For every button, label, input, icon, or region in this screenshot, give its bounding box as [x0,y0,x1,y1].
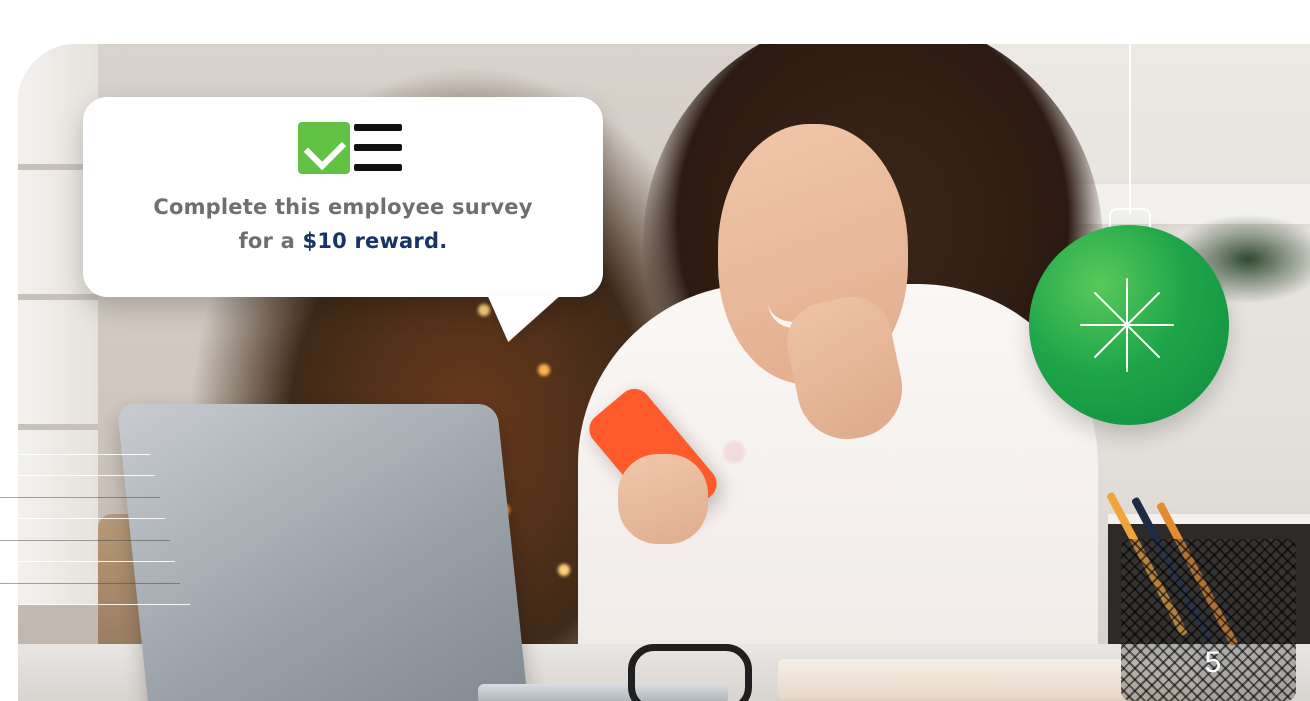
survey-slide: Complete this employee survey for a $10 … [0,0,1310,701]
decorative-line [0,475,155,476]
decorative-lines [0,454,190,614]
list-line [354,124,402,131]
checkbox-icon [298,122,350,174]
decorative-line [0,561,175,562]
decorative-line [0,454,150,455]
decorative-line [0,518,165,519]
reward-amount: $10 reward. [302,229,448,253]
checklist-icon [298,120,402,176]
decorative-line [0,583,180,584]
decorative-line [0,540,170,541]
list-line [354,164,402,171]
phone-hand [618,454,708,544]
decorative-line [0,497,160,498]
bokeh-light [478,304,490,316]
eyeglasses [628,644,752,701]
reward-prefix: for a [238,229,303,253]
survey-message-line2: for a $10 reward. [83,224,603,258]
bokeh-light [558,564,570,576]
page-number: 5 [1204,646,1222,679]
bokeh-light [538,364,550,376]
survey-message: Complete this employee survey for a $10 … [83,190,603,258]
window-bar [18,424,98,430]
checkmark-icon [303,127,347,171]
list-line [354,144,402,151]
ornament-string [1129,44,1131,214]
sparkle-icon [1080,278,1174,372]
window-bar [18,294,98,300]
survey-message-line1: Complete this employee survey [153,195,533,219]
decorative-line [0,604,190,605]
